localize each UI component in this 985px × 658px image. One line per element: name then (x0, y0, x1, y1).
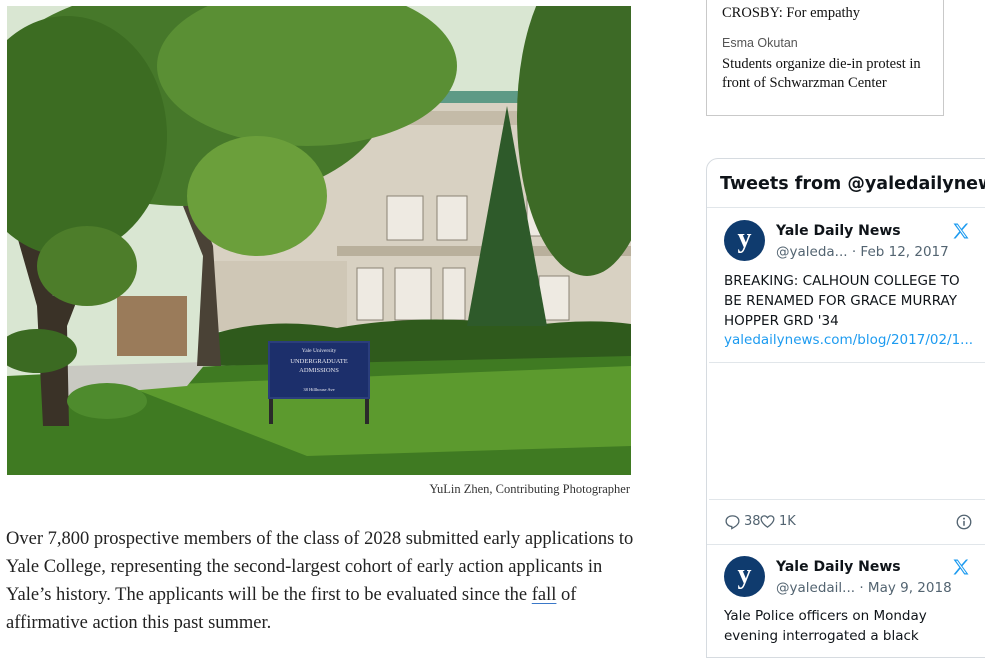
sign-text-undergraduate: UNDERGRADUATE (290, 358, 347, 365)
related-headline-crosby[interactable]: CROSBY: For empathy (722, 4, 943, 23)
avatar[interactable]: y (724, 220, 765, 261)
info-icon (956, 514, 972, 530)
tweet-handle-date[interactable]: @yaleda... · Feb 12, 2017 (776, 244, 949, 260)
sign-text-address: 38 Hillhouse Ave (303, 387, 334, 392)
tweet-text: BREAKING: CALHOUN COLLEGE TO BE RENAMED … (724, 273, 960, 329)
article-paragraph: Over 7,800 prospective members of the cl… (6, 525, 646, 637)
article-photo: Yale University UNDERGRADUATE ADMISSIONS… (7, 6, 631, 475)
x-logo-icon[interactable] (951, 221, 971, 241)
yale-logo-icon: y (737, 222, 752, 254)
yale-logo-icon: y (737, 558, 752, 590)
avatar[interactable]: y (724, 556, 765, 597)
photo-caption: YuLin Zhen, Contributing Photographer (429, 482, 630, 496)
tweet-handle-date[interactable]: @yaledail... · May 9, 2018 (776, 580, 952, 596)
tweet[interactable]: y Yale Daily News @yaledail... · May 9, … (707, 545, 985, 657)
related-headline-die-in[interactable]: Students organize die-in protest in fron… (722, 55, 943, 93)
tweet-author-name[interactable]: Yale Daily News (776, 559, 901, 575)
tweet-link[interactable]: yaledailynews.com/blog/2017/02/1... (724, 332, 973, 348)
admissions-building-image: Yale University UNDERGRADUATE ADMISSIONS… (7, 6, 631, 475)
tweet-media-card[interactable] (709, 362, 985, 500)
tweet[interactable]: y Yale Daily News @yaleda... · Feb 12, 2… (707, 208, 985, 544)
reply-button[interactable]: 38 (724, 513, 761, 530)
tweet-author-name[interactable]: Yale Daily News (776, 223, 901, 239)
sign-text-admissions: ADMISSIONS (299, 367, 339, 374)
tweet-date: · May 9, 2018 (859, 580, 952, 596)
x-logo-icon[interactable] (951, 557, 971, 577)
info-button[interactable] (955, 513, 973, 531)
tweet-date: · Feb 12, 2017 (851, 244, 949, 260)
related-stories-box: CROSBY: For empathy Esma Okutan Students… (706, 0, 944, 116)
tweet-actions: 38 1K (724, 513, 985, 533)
twitter-timeline-embed: Tweets from @yaledailynews y Yale Daily … (706, 158, 985, 658)
sign-text-university: Yale University (302, 348, 337, 354)
like-count: 1K (779, 514, 796, 529)
heart-icon (760, 515, 775, 528)
tweet-handle: @yaledail... (776, 580, 856, 596)
fall-link[interactable]: fall (532, 585, 557, 605)
twitter-timeline-header[interactable]: Tweets from @yaledailynews (707, 159, 985, 208)
reply-icon (725, 515, 740, 530)
tweet-text: Yale Police officers on Monday evening i… (724, 608, 927, 644)
related-author[interactable]: Esma Okutan (722, 36, 943, 50)
tweet-handle: @yaleda... (776, 244, 848, 260)
like-button[interactable]: 1K (759, 513, 796, 530)
